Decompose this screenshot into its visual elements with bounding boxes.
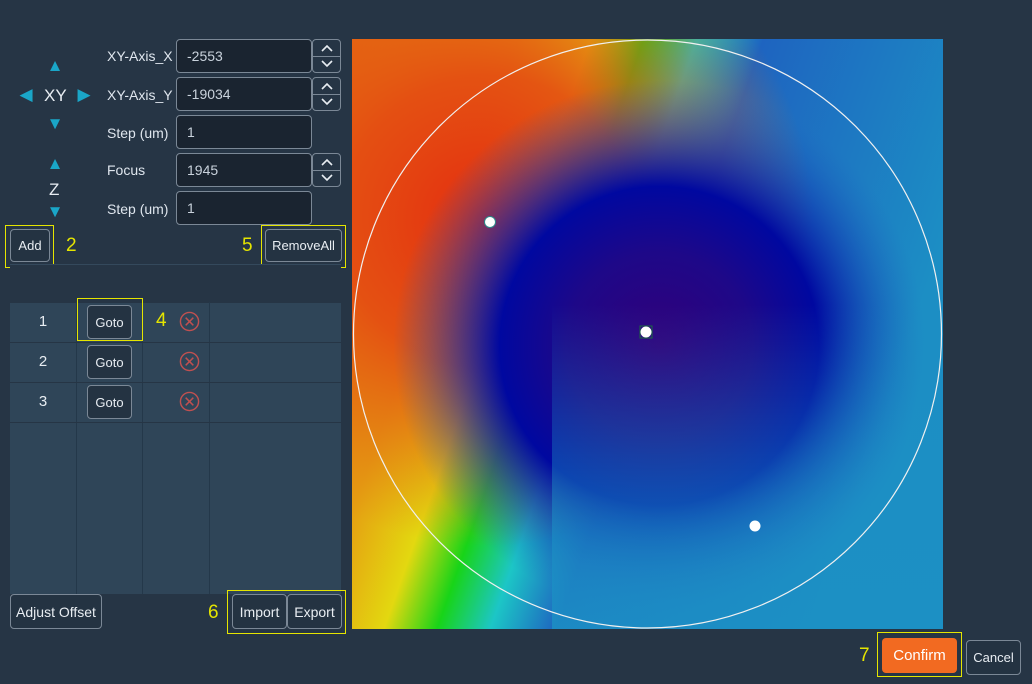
xy-axis-x-spinner[interactable] [312, 39, 341, 73]
goto-button[interactable]: Goto [87, 385, 132, 419]
spin-up-icon[interactable] [313, 40, 340, 56]
z-down-arrow-icon[interactable]: ▼ [45, 203, 65, 220]
row-index: 1 [38, 313, 48, 330]
xy-step-input[interactable] [176, 115, 312, 149]
z-up-arrow-icon[interactable]: ▲ [45, 155, 65, 172]
add-button[interactable]: Add [10, 229, 50, 262]
table-row: 2 Goto [10, 342, 341, 383]
import-button[interactable]: Import [232, 594, 287, 629]
xy-axis-x-input[interactable] [176, 39, 312, 73]
xy-left-arrow-icon[interactable]: ◀ [16, 86, 36, 103]
z-step-label: Step (um) [107, 201, 169, 217]
focus-label: Focus [107, 162, 146, 178]
delete-icon[interactable] [179, 391, 200, 412]
cancel-button[interactable]: Cancel [966, 640, 1021, 675]
xy-axis-y-label: XY-Axis_Y [107, 87, 173, 103]
delete-icon[interactable] [179, 351, 200, 372]
row-index: 2 [38, 353, 48, 370]
annotation-7: 7 [859, 645, 870, 666]
points-table: 1 Goto 2 Goto 3 Goto [10, 264, 341, 594]
spin-up-icon[interactable] [313, 78, 340, 94]
map-point-3[interactable] [749, 520, 761, 532]
xy-label: XY [44, 86, 67, 105]
focus-spinner[interactable] [312, 153, 341, 187]
spin-down-icon[interactable] [313, 93, 340, 111]
annotation-4: 4 [156, 310, 167, 331]
xy-axis-x-label: XY-Axis_X [107, 48, 173, 64]
xy-right-arrow-icon[interactable]: ▶ [74, 86, 94, 103]
xy-axis-y-spinner[interactable] [312, 77, 341, 111]
remove-all-button[interactable]: RemoveAll [265, 229, 342, 262]
map-point-2[interactable] [484, 216, 496, 228]
annotation-2: 2 [66, 235, 77, 256]
spin-down-icon[interactable] [313, 55, 340, 73]
highlight-goto [77, 298, 143, 341]
xy-axis-y-input[interactable] [176, 77, 312, 111]
table-row: 3 Goto [10, 382, 341, 423]
spin-down-icon[interactable] [313, 169, 340, 187]
heatmap-bottom-shade [552, 39, 943, 629]
annotation-6: 6 [208, 602, 219, 623]
xy-step-label: Step (um) [107, 125, 169, 141]
spin-up-icon[interactable] [313, 154, 340, 170]
delete-icon[interactable] [179, 311, 200, 332]
z-step-input[interactable] [176, 191, 312, 225]
focus-input[interactable] [176, 153, 312, 187]
xy-down-arrow-icon[interactable]: ▼ [45, 115, 65, 132]
export-button[interactable]: Export [287, 594, 342, 629]
row-index: 3 [38, 393, 48, 410]
table-row: 1 Goto [10, 302, 341, 343]
z-label: Z [49, 180, 60, 199]
annotation-5: 5 [242, 235, 253, 256]
adjust-offset-button[interactable]: Adjust Offset [10, 594, 102, 629]
goto-button[interactable]: Goto [87, 345, 132, 379]
confirm-button[interactable]: Confirm [882, 638, 957, 673]
table-header [10, 264, 341, 303]
wafer-heatmap[interactable] [352, 39, 943, 629]
map-point-1[interactable] [640, 326, 652, 338]
xy-up-arrow-icon[interactable]: ▲ [45, 57, 65, 74]
